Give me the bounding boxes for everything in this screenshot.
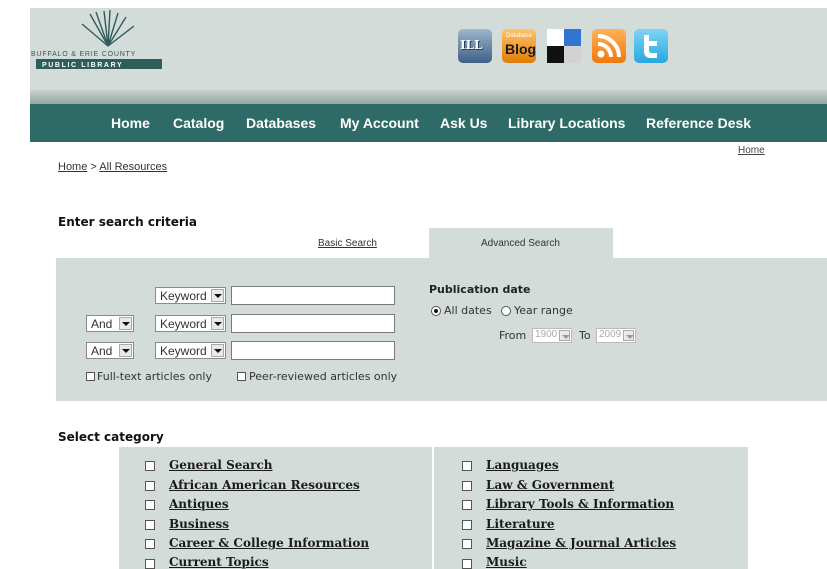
fulltext-checkbox[interactable] xyxy=(86,372,95,381)
field-select-2[interactable]: Keyword xyxy=(155,315,226,332)
tab-basic-search[interactable]: Basic Search xyxy=(318,238,377,249)
field-select-3[interactable]: Keyword xyxy=(155,342,226,359)
search-panel: Keyword And Keyword And Keyword Full-tex… xyxy=(56,258,827,401)
category-antiques[interactable]: Antiques xyxy=(169,497,229,511)
all-dates-label: All dates xyxy=(444,304,492,317)
main-nav: Home Catalog Databases My Account Ask Us… xyxy=(30,104,827,142)
nav-home[interactable]: Home xyxy=(111,115,150,131)
chevron-down-icon xyxy=(211,317,224,330)
category-african-american-resources[interactable]: African American Resources xyxy=(169,478,360,492)
category-checkbox[interactable] xyxy=(462,559,472,569)
category-general-search[interactable]: General Search xyxy=(169,458,273,472)
category-career-college[interactable]: Career & College Information xyxy=(169,536,369,550)
nav-ask-us[interactable]: Ask Us xyxy=(440,115,487,131)
nav-my-account[interactable]: My Account xyxy=(340,115,419,131)
category-checkbox[interactable] xyxy=(145,520,155,530)
delicious-icon[interactable] xyxy=(547,29,581,63)
database-blog-icon[interactable]: Database Blog xyxy=(502,29,536,63)
operator-select-3[interactable]: And xyxy=(86,342,134,359)
category-business[interactable]: Business xyxy=(169,517,229,531)
chevron-down-icon xyxy=(119,317,132,330)
breadcrumb: Home > All Resources xyxy=(58,161,167,173)
from-label: From xyxy=(499,329,527,342)
all-dates-radio[interactable] xyxy=(431,306,441,316)
logo-text-line2: PUBLIC LIBRARY xyxy=(42,62,123,69)
chevron-down-icon xyxy=(119,344,132,357)
category-list-left: General Search African American Resource… xyxy=(119,447,432,569)
chevron-down-icon xyxy=(211,289,224,302)
category-music[interactable]: Music xyxy=(486,555,527,569)
year-range-label: Year range xyxy=(514,304,573,317)
category-checkbox[interactable] xyxy=(462,539,472,549)
category-checkbox[interactable] xyxy=(145,500,155,510)
category-languages[interactable]: Languages xyxy=(486,458,559,472)
category-checkbox[interactable] xyxy=(145,481,155,491)
field-select-1[interactable]: Keyword xyxy=(155,287,226,304)
search-input-1[interactable] xyxy=(231,286,395,305)
nav-library-locations[interactable]: Library Locations xyxy=(508,115,625,131)
category-checkbox[interactable] xyxy=(462,520,472,530)
rss-icon[interactable] xyxy=(592,29,626,63)
fulltext-label: Full-text articles only xyxy=(97,370,212,383)
category-magazine-journal[interactable]: Magazine & Journal Articles xyxy=(486,536,676,550)
nav-reference-desk[interactable]: Reference Desk xyxy=(646,115,751,131)
chevron-down-icon xyxy=(623,330,634,341)
publication-date-heading: Publication date xyxy=(429,283,531,296)
library-logo[interactable]: BUFFALO & ERIE COUNTY PUBLIC LIBRARY xyxy=(30,8,180,76)
tab-advanced-search[interactable]: Advanced Search xyxy=(429,228,613,258)
category-checkbox[interactable] xyxy=(462,500,472,510)
category-list-right: Languages Law & Government Library Tools… xyxy=(434,447,748,569)
operator-select-2[interactable]: And xyxy=(86,315,134,332)
peer-reviewed-checkbox[interactable] xyxy=(237,372,246,381)
breadcrumb-separator: > xyxy=(90,161,97,173)
header-strip xyxy=(30,90,827,104)
category-current-topics[interactable]: Current Topics xyxy=(169,555,269,569)
nav-catalog[interactable]: Catalog xyxy=(173,115,224,131)
logo-text-line1: BUFFALO & ERIE COUNTY xyxy=(31,51,136,58)
category-checkbox[interactable] xyxy=(145,559,155,569)
nav-databases[interactable]: Databases xyxy=(246,115,316,131)
from-year-select[interactable]: 1900 xyxy=(532,328,572,343)
category-checkbox[interactable] xyxy=(462,461,472,471)
twitter-icon[interactable] xyxy=(634,29,668,63)
chevron-down-icon xyxy=(559,330,570,341)
breadcrumb-current[interactable]: All Resources xyxy=(99,161,167,173)
category-law-government[interactable]: Law & Government xyxy=(486,478,614,492)
ill-icon[interactable]: ILL xyxy=(458,29,492,63)
category-library-tools[interactable]: Library Tools & Information xyxy=(486,497,674,511)
chevron-down-icon xyxy=(211,344,224,357)
category-checkbox[interactable] xyxy=(145,539,155,549)
search-input-3[interactable] xyxy=(231,341,395,360)
search-input-2[interactable] xyxy=(231,314,395,333)
to-label: To xyxy=(579,329,591,342)
to-year-select[interactable]: 2009 xyxy=(596,328,636,343)
category-literature[interactable]: Literature xyxy=(486,517,555,531)
breadcrumb-home[interactable]: Home xyxy=(58,161,87,173)
category-checkbox[interactable] xyxy=(145,461,155,471)
peer-reviewed-label: Peer-reviewed articles only xyxy=(249,370,398,383)
category-heading: Select category xyxy=(58,430,164,444)
year-range-radio[interactable] xyxy=(501,306,511,316)
tab-advanced-label: Advanced Search xyxy=(481,238,560,249)
home-link-top[interactable]: Home xyxy=(738,145,765,156)
search-heading: Enter search criteria xyxy=(58,215,197,229)
category-checkbox[interactable] xyxy=(462,481,472,491)
